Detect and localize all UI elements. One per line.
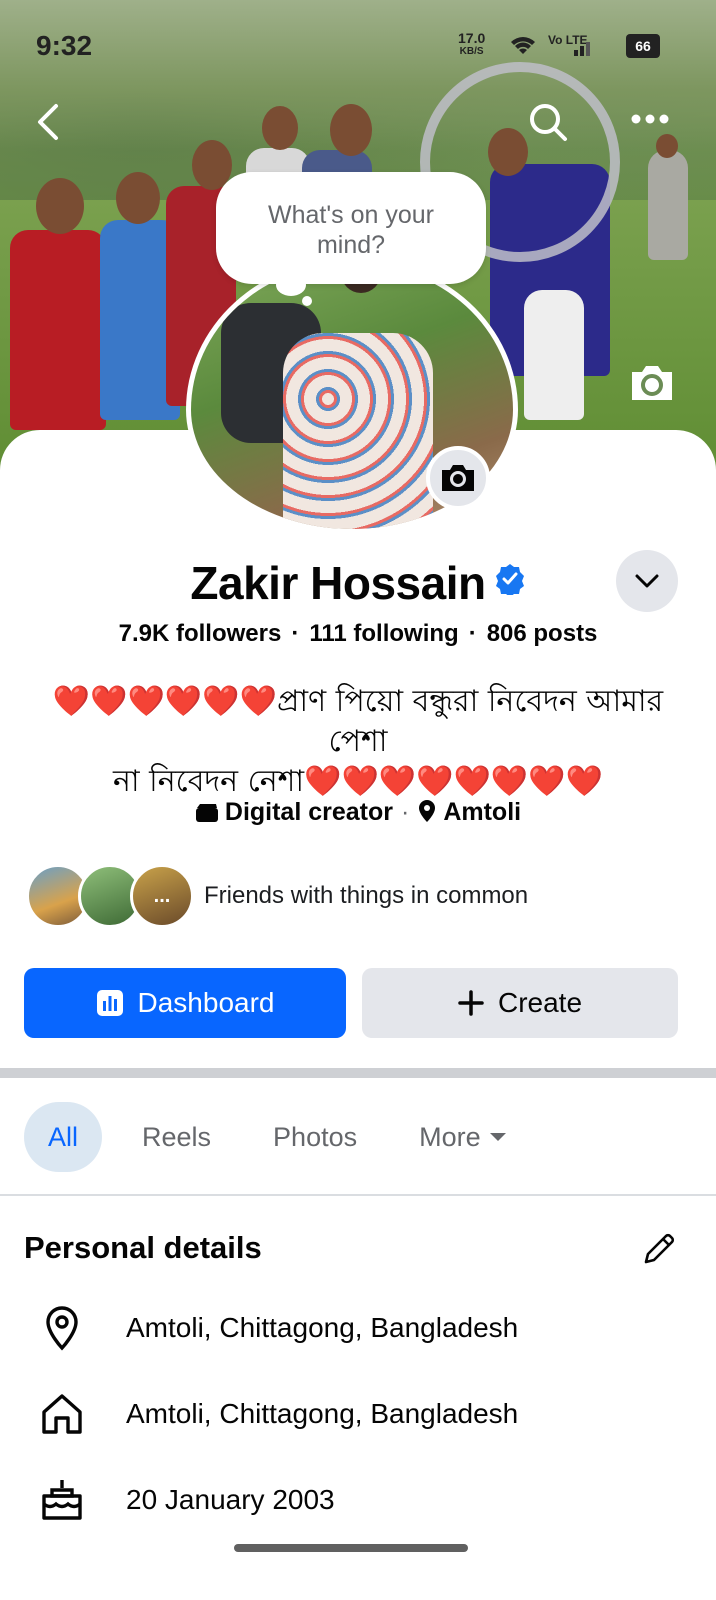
cover-person-head <box>330 104 372 156</box>
wifi-icon <box>508 32 538 65</box>
following-count[interactable]: 111 following <box>309 620 458 647</box>
chevron-down-icon <box>635 574 659 588</box>
cover-person-head <box>656 134 678 158</box>
separator-dot: · <box>291 620 300 647</box>
bio-text-line2: না নিবেদন নেশা <box>113 764 305 799</box>
location-pin-icon <box>46 1306 78 1351</box>
whats-on-your-mind-bubble[interactable]: What's on your mind? <box>216 172 486 284</box>
caret-down-icon <box>489 1133 506 1141</box>
bubble-tail <box>276 274 306 296</box>
detail-text: Amtoli, Chittagong, Bangladesh <box>126 1312 519 1343</box>
friends-more-indicator: ... <box>153 884 171 907</box>
cover-person <box>648 150 688 260</box>
network-speed-unit: KB/S <box>459 46 484 57</box>
home-icon <box>42 1394 82 1434</box>
avatar-shirt <box>283 333 433 529</box>
pencil-edit-icon[interactable] <box>640 1230 678 1268</box>
plus-icon <box>458 990 484 1016</box>
create-label: Create <box>497 987 583 1018</box>
friend-avatar-more: ... <box>130 864 194 928</box>
bio-hearts: ❤️❤️❤️❤️❤️❤️❤️❤️ <box>304 764 603 799</box>
signal-icon <box>574 38 594 61</box>
section-divider <box>0 1068 716 1078</box>
tab-photos[interactable]: Photos <box>251 1102 379 1172</box>
tab-more-label: More <box>419 1121 481 1152</box>
detail-hometown: Amtoli, Chittagong, Bangladesh <box>38 1386 518 1442</box>
bubble-tail-dot <box>302 296 312 306</box>
edit-avatar-camera-icon[interactable] <box>426 446 490 510</box>
profile-name-row: Zakir Hossain <box>0 556 716 610</box>
network-speed-value: 17.0 <box>458 30 486 46</box>
create-button[interactable]: Create <box>362 968 678 1038</box>
detail-text: 20 January 2003 <box>126 1484 335 1515</box>
bio-text-line1: প্রাণ পিয়ো বন্ধুরা নিবেদন আমার পেশা <box>276 684 664 759</box>
posts-count: 806 posts <box>486 620 598 647</box>
tab-all-label: All <box>48 1121 79 1152</box>
cover-person-head <box>36 178 84 234</box>
tabs-divider <box>0 1194 716 1196</box>
back-arrow-icon[interactable] <box>30 100 70 144</box>
cover-person <box>524 290 584 420</box>
tab-photos-label: Photos <box>273 1121 358 1152</box>
personal-details-title: Personal details <box>24 1230 262 1265</box>
gesture-home-bar[interactable] <box>234 1544 468 1552</box>
location-pin-icon <box>419 800 436 822</box>
clapperboard-icon <box>195 804 218 822</box>
detail-birthday: 20 January 2003 <box>38 1472 335 1528</box>
separator-dot: · <box>401 798 410 826</box>
profile-meta: Digital creator · Amtoli <box>0 798 716 827</box>
followers-count[interactable]: 7.9K followers <box>119 620 282 647</box>
tab-reels-label: Reels <box>142 1121 212 1152</box>
cover-person <box>10 230 106 430</box>
profile-category: Digital creator <box>224 798 393 826</box>
birthday-cake-icon <box>42 1480 82 1520</box>
detail-text: Amtoli, Chittagong, Bangladesh <box>126 1398 519 1429</box>
dashboard-button[interactable]: Dashboard <box>24 968 346 1038</box>
profile-location: Amtoli <box>443 798 522 826</box>
friends-in-common[interactable]: ... Friends with things in common <box>26 864 528 928</box>
profile-bio: ❤️❤️❤️❤️❤️❤️প্রাণ পিয়ো বন্ধুরা নিবেদন আ… <box>22 682 694 802</box>
profile-tabs: All Reels Photos More <box>24 1102 547 1172</box>
dashboard-label: Dashboard <box>137 987 275 1018</box>
separator-dot: · <box>468 620 477 647</box>
friends-common-label: Friends with things in common <box>204 882 529 909</box>
tab-reels[interactable]: Reels <box>120 1102 233 1172</box>
profile-name: Zakir Hossain <box>190 557 486 609</box>
tab-more[interactable]: More <box>397 1102 529 1172</box>
bubble-placeholder: What's on your mind? <box>268 201 434 259</box>
profile-dropdown-button[interactable] <box>616 550 678 612</box>
dashboard-chart-icon <box>96 990 123 1016</box>
more-options-icon[interactable] <box>628 104 672 134</box>
edit-cover-camera-icon[interactable] <box>628 362 676 404</box>
battery-indicator: 66 <box>626 34 660 58</box>
verified-badge-icon <box>494 563 526 597</box>
profile-stats: 7.9K followers · 111 following · 806 posts <box>0 620 716 648</box>
cover-person-head <box>262 106 298 150</box>
network-speed: 17.0 KB/S <box>458 30 486 58</box>
detail-current-city: Amtoli, Chittagong, Bangladesh <box>38 1300 518 1356</box>
bio-hearts: ❤️❤️❤️❤️❤️❤️ <box>52 684 277 719</box>
search-icon[interactable] <box>528 102 568 142</box>
cover-person-head <box>116 172 160 224</box>
status-bar: 9:32 17.0 KB/S Vo LTE 66 <box>0 28 716 68</box>
status-time: 9:32 <box>36 30 93 61</box>
tab-all[interactable]: All <box>24 1102 103 1172</box>
